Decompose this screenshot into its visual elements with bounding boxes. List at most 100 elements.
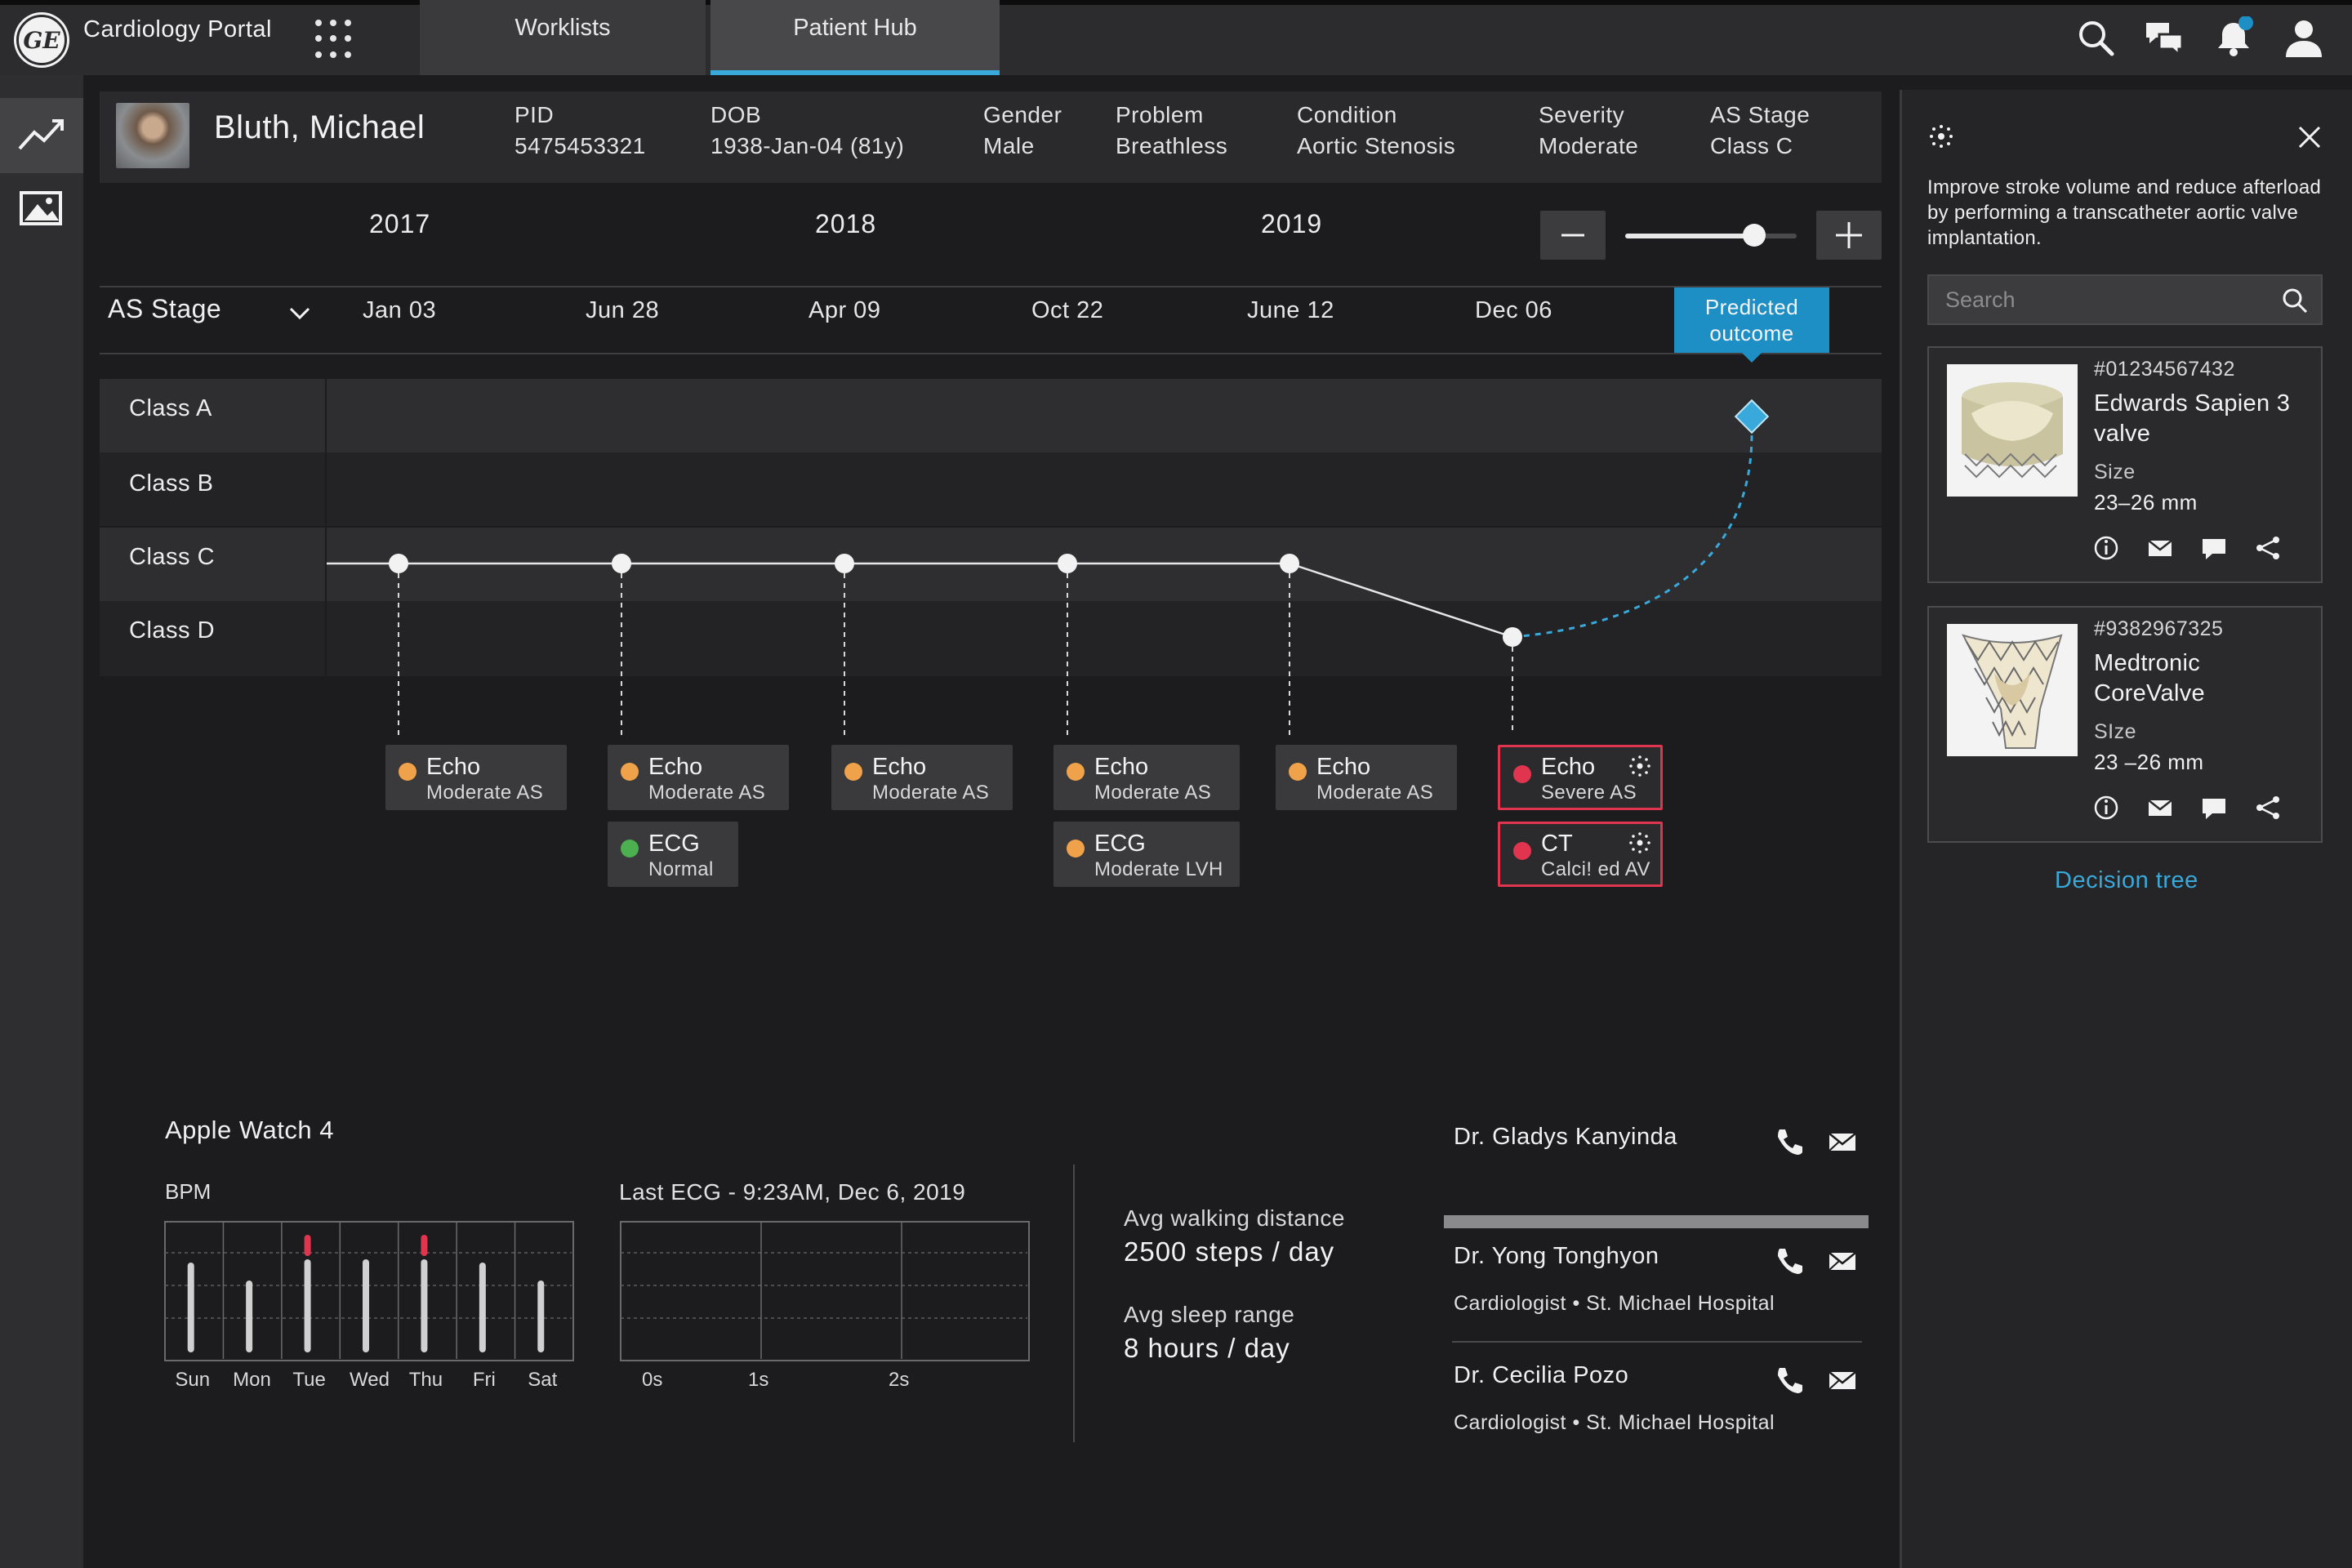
year-label: 2019 xyxy=(1261,209,1323,238)
ge-logo[interactable]: GE xyxy=(16,15,67,65)
notification-bell-icon[interactable] xyxy=(2212,16,2256,60)
section-divider xyxy=(1073,1165,1075,1442)
finding-type: ECG xyxy=(1094,831,1146,857)
finding-card[interactable]: ECG Moderate LVH xyxy=(1054,822,1240,887)
rail-item-timeline[interactable] xyxy=(0,98,83,173)
recommendation-text: Improve stroke volume and reduce afterlo… xyxy=(1927,176,2322,249)
device-actions xyxy=(2091,532,2283,564)
bpm-chart xyxy=(164,1221,574,1361)
close-icon[interactable] xyxy=(2293,121,2326,154)
mail-icon[interactable] xyxy=(1826,1364,1859,1396)
ecg-chart xyxy=(620,1221,1030,1361)
ecg-time-label: 1s xyxy=(748,1369,769,1391)
finding-result: Moderate AS xyxy=(648,782,766,804)
as-stage-dropdown[interactable]: AS Stage xyxy=(108,294,221,324)
stat-value: 8 hours / day xyxy=(1124,1333,1290,1363)
mail-icon[interactable] xyxy=(2145,792,2176,823)
ecg-time-label: 2s xyxy=(889,1369,910,1391)
zoom-out-button[interactable] xyxy=(1540,211,1606,260)
search-input[interactable] xyxy=(1945,276,2272,323)
finding-status-dot xyxy=(1067,763,1085,781)
finding-type: Echo xyxy=(648,754,703,780)
mail-icon[interactable] xyxy=(1826,1245,1859,1277)
doctor-role: Cardiologist • St. Michael Hospital xyxy=(1454,1411,1775,1434)
zoom-in-button[interactable] xyxy=(1816,211,1882,260)
device-card[interactable]: #9382967325 Medtronic CoreValve SIze 23 … xyxy=(1927,606,2323,843)
info-icon[interactable] xyxy=(2091,792,2122,823)
finding-card[interactable]: Echo Moderate AS xyxy=(1054,745,1240,810)
predicted-trend-line xyxy=(1512,434,1753,639)
stage-timeline-chart xyxy=(327,399,1770,735)
phone-icon[interactable] xyxy=(1772,1364,1805,1396)
tab-patient-hub[interactable]: Patient Hub xyxy=(710,0,1000,75)
finding-status-dot xyxy=(399,763,416,781)
device-search xyxy=(1927,274,2323,325)
finding-status-dot xyxy=(621,763,639,781)
finding-result: Moderate AS xyxy=(1094,782,1212,804)
device-id: #01234567432 xyxy=(2094,358,2235,381)
device-name: Medtronic CoreValve xyxy=(2094,650,2205,706)
patient-field-problem: Problem Breathless xyxy=(1116,102,1228,158)
finding-card[interactable]: Echo Moderate AS xyxy=(608,745,789,810)
stat-label: Avg walking distance xyxy=(1124,1205,1345,1231)
device-size: 23 –26 mm xyxy=(2094,750,2204,774)
predicted-outcome-label[interactable]: Predicted outcome xyxy=(1674,287,1829,353)
patient-avatar xyxy=(116,103,189,168)
rail-item-images[interactable] xyxy=(0,173,83,245)
finding-card[interactable]: Echo Moderate AS xyxy=(831,745,1013,810)
ai-sparkle-icon xyxy=(1629,832,1650,853)
bpm-day-label: Sat xyxy=(528,1369,558,1391)
mail-icon[interactable] xyxy=(1826,1125,1859,1158)
bpm-label: BPM xyxy=(165,1179,212,1204)
patient-field-gender: Gender Male xyxy=(983,102,1062,158)
mail-icon[interactable] xyxy=(2145,532,2176,564)
finding-card[interactable]: Echo Moderate AS xyxy=(1276,745,1457,810)
device-card[interactable]: #01234567432 Edwards Sapien 3 valve Size… xyxy=(1927,346,2323,583)
share-icon[interactable] xyxy=(2252,792,2283,823)
finding-card[interactable]: Echo Moderate AS xyxy=(385,745,567,810)
stage-point xyxy=(1280,554,1299,573)
finding-status-dot xyxy=(621,840,639,858)
share-icon[interactable] xyxy=(2252,532,2283,564)
user-profile-icon[interactable] xyxy=(2282,16,2326,60)
bpm-day-label: Tue xyxy=(292,1369,326,1391)
ecg-chart-frame xyxy=(620,1221,1030,1361)
stage-point xyxy=(612,554,631,573)
zoom-slider-handle[interactable] xyxy=(1743,224,1766,247)
search-icon[interactable] xyxy=(2280,286,2310,315)
finding-result: Moderate LVH xyxy=(1094,858,1223,880)
finding-card[interactable]: Echo Severe AS xyxy=(1498,745,1663,810)
apps-grid-icon[interactable] xyxy=(315,20,354,59)
comment-icon[interactable] xyxy=(2198,792,2230,823)
ecg-label: Last ECG - 9:23AM, Dec 6, 2019 xyxy=(619,1179,966,1205)
decision-tree-link[interactable]: Decision tree xyxy=(2055,867,2198,894)
stat-label: Avg sleep range xyxy=(1124,1302,1295,1327)
finding-type: Echo xyxy=(1316,754,1371,780)
search-icon[interactable] xyxy=(2074,16,2118,60)
ai-sparkle-icon xyxy=(1629,755,1650,777)
phone-icon[interactable] xyxy=(1772,1125,1805,1158)
comment-icon[interactable] xyxy=(2198,532,2230,564)
doctor-name: Dr. Cecilia Pozo xyxy=(1454,1362,1629,1388)
wearable-title: Apple Watch 4 xyxy=(165,1116,334,1144)
minus-icon xyxy=(1561,234,1584,237)
info-icon[interactable] xyxy=(2091,532,2122,564)
device-name: Edwards Sapien 3 valve xyxy=(2094,390,2291,447)
chat-icon[interactable] xyxy=(2143,16,2187,60)
finding-card[interactable]: CT Calci! ed AV xyxy=(1498,822,1663,887)
stat-value: 2500 steps / day xyxy=(1124,1236,1335,1267)
bpm-day-label: Thu xyxy=(408,1369,443,1391)
patient-name: Bluth, Michael xyxy=(214,109,425,145)
image-icon xyxy=(20,191,62,225)
tab-worklists[interactable]: Worklists xyxy=(420,0,706,75)
bpm-day-label: Wed xyxy=(350,1369,390,1391)
left-rail xyxy=(0,75,83,1568)
date-label: Apr 09 xyxy=(808,297,881,323)
patient-field-pid: PID 5475453321 xyxy=(514,102,646,158)
finding-card[interactable]: ECG Normal xyxy=(608,822,738,887)
phone-icon[interactable] xyxy=(1772,1245,1805,1277)
doctor-divider xyxy=(1452,1341,1862,1343)
patient-field-severity: Severity Moderate xyxy=(1539,102,1639,158)
date-label: Oct 22 xyxy=(1031,297,1104,323)
chevron-down-icon[interactable] xyxy=(286,304,314,323)
